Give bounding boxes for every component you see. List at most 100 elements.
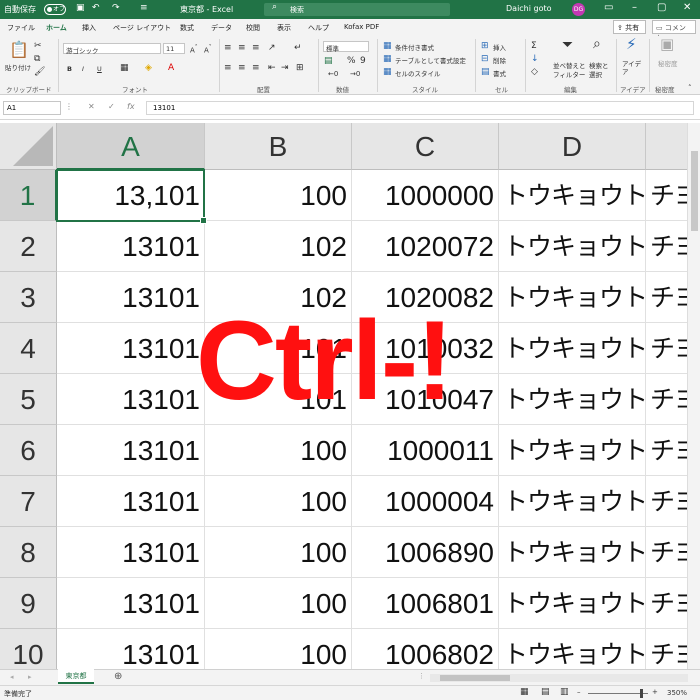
cell-c[interactable]: 1006890 <box>352 527 499 578</box>
align-top-icon[interactable]: ≡ <box>224 43 232 53</box>
format-painter-icon[interactable]: 🖌 <box>34 67 45 77</box>
format-as-table-button[interactable]: テーブルとして書式設定 <box>395 55 466 65</box>
cell-a[interactable]: 13101 <box>57 272 205 323</box>
tab-kofax-pdf[interactable]: Kofax PDF <box>344 23 379 31</box>
cell-a[interactable]: 13101 <box>57 221 205 272</box>
formula-input[interactable]: 13101 <box>146 101 694 115</box>
share-button[interactable]: ⇪ 共有 <box>613 20 646 34</box>
font-size-select[interactable]: 11 <box>163 43 185 54</box>
maximize-icon[interactable]: ▢ <box>657 2 666 13</box>
cell-d[interactable]: トウキョウト <box>499 629 648 669</box>
row-header[interactable]: 4 <box>0 323 57 374</box>
name-box[interactable]: A1 <box>3 101 61 115</box>
font-name-select[interactable]: 游ゴシック <box>63 43 161 55</box>
search-box[interactable]: ⌕ 検索 <box>264 2 450 16</box>
tab-data[interactable]: データ <box>211 23 232 33</box>
increase-indent-icon[interactable]: ⇥ <box>281 63 289 73</box>
font-color-icon[interactable]: A <box>168 63 174 73</box>
row-header[interactable]: 10 <box>0 629 57 669</box>
merge-center-icon[interactable]: ⊞ <box>296 63 304 73</box>
percent-icon[interactable]: % <box>347 56 356 66</box>
redo-icon[interactable]: ↷ <box>112 3 120 13</box>
cell-b[interactable]: 100 <box>205 476 352 527</box>
tab-formulas[interactable]: 数式 <box>180 23 194 33</box>
column-header-d[interactable]: D <box>499 123 646 170</box>
tab-view[interactable]: 表示 <box>277 23 291 33</box>
zoom-in-icon[interactable]: + <box>652 688 658 696</box>
cell-d[interactable]: トウキョウト <box>499 323 648 374</box>
undo-icon[interactable]: ↶ <box>92 3 100 13</box>
customize-quick-access-icon[interactable]: ≡ <box>140 3 148 13</box>
delete-cells-icon[interactable]: ⊟ <box>481 54 489 64</box>
ideas-button[interactable]: アイデア <box>622 60 644 76</box>
tab-page-layout[interactable]: ページ レイアウト <box>113 23 171 33</box>
vertical-scrollbar[interactable] <box>687 123 700 669</box>
cell-b[interactable]: 100 <box>205 629 352 669</box>
cell-d[interactable]: トウキョウト <box>499 527 648 578</box>
increase-font-icon[interactable]: A˄ <box>190 43 198 55</box>
zoom-level[interactable]: 350% <box>667 689 687 697</box>
insert-cells-button[interactable]: 挿入 <box>493 42 506 52</box>
cell-styles-icon[interactable]: ▦ <box>383 67 392 77</box>
cell-c[interactable]: 1006801 <box>352 578 499 629</box>
align-left-icon[interactable]: ≡ <box>224 63 232 73</box>
tab-help[interactable]: ヘルプ <box>308 23 329 33</box>
sheet-bar-splitter[interactable]: ⋮ <box>418 672 425 680</box>
align-right-icon[interactable]: ≡ <box>252 63 260 73</box>
conditional-format-icon[interactable]: ▦ <box>383 41 392 51</box>
vertical-scroll-thumb[interactable] <box>691 151 698 231</box>
decrease-indent-icon[interactable]: ⇤ <box>268 63 276 73</box>
wrap-text-icon[interactable]: ↵ <box>294 43 302 53</box>
sensitivity-icon[interactable]: ▣ <box>660 37 674 52</box>
cell-a[interactable]: 13101 <box>57 629 205 669</box>
sheet-tab-tokyo[interactable]: 東京都 <box>58 669 94 684</box>
autosum-icon[interactable]: Σ <box>531 41 537 51</box>
cell-d[interactable]: トウキョウト <box>499 272 648 323</box>
cell-d[interactable]: トウキョウト <box>499 578 648 629</box>
collapse-ribbon-icon[interactable]: ˄ <box>688 83 692 93</box>
cell-c[interactable]: 1010032 <box>352 323 499 374</box>
filter-label[interactable]: フィルター <box>553 69 585 79</box>
row-header[interactable]: 2 <box>0 221 57 272</box>
orientation-icon[interactable]: ↗ <box>268 43 276 53</box>
row-header[interactable]: 9 <box>0 578 57 629</box>
horizontal-scroll-thumb[interactable] <box>440 675 510 681</box>
cell-a[interactable]: 13101 <box>57 374 205 425</box>
cell-c[interactable]: 1010047 <box>352 374 499 425</box>
align-center-icon[interactable]: ≡ <box>238 63 246 73</box>
tab-home[interactable]: ホーム <box>45 23 68 38</box>
page-break-view-icon[interactable]: ▥ <box>560 687 569 697</box>
number-format-select[interactable]: 標準 <box>323 41 369 53</box>
cell-c[interactable]: 1020072 <box>352 221 499 272</box>
row-header[interactable]: 5 <box>0 374 57 425</box>
cell-b[interactable]: 100 <box>205 578 352 629</box>
user-name[interactable]: Daichi goto <box>506 4 552 13</box>
bold-button[interactable]: B <box>67 65 72 73</box>
cell-a[interactable]: 13101 <box>57 578 205 629</box>
column-header-b[interactable]: B <box>205 123 352 170</box>
border-icon[interactable]: ▦ <box>120 63 129 73</box>
cell-d[interactable]: トウキョウト <box>499 170 648 221</box>
comment-button[interactable]: ▭ コメント <box>652 20 696 42</box>
cell-c[interactable]: 1000011 <box>352 425 499 476</box>
cell-b[interactable]: 102 <box>205 221 352 272</box>
accounting-format-icon[interactable]: ▤ <box>324 56 333 66</box>
select-all-button[interactable] <box>0 123 57 170</box>
italic-button[interactable]: I <box>82 65 84 73</box>
underline-button[interactable]: U <box>97 65 102 73</box>
select-label[interactable]: 選択 <box>589 69 602 79</box>
delete-cells-button[interactable]: 削除 <box>493 55 506 65</box>
align-bottom-icon[interactable]: ≡ <box>252 43 260 53</box>
zoom-out-icon[interactable]: – <box>577 688 581 696</box>
cell-c[interactable]: 1006802 <box>352 629 499 669</box>
cell-c[interactable]: 1000000 <box>352 170 499 221</box>
tab-file[interactable]: ファイル <box>7 23 35 33</box>
cell-d[interactable]: トウキョウト <box>499 476 648 527</box>
cell-b[interactable]: 101 <box>205 323 352 374</box>
zoom-slider-thumb[interactable] <box>640 689 643 698</box>
format-cells-button[interactable]: 書式 <box>493 68 506 78</box>
horizontal-scrollbar[interactable] <box>430 674 688 682</box>
sensitivity-button[interactable]: 秘密度 <box>658 60 678 68</box>
row-header[interactable]: 1 <box>0 170 57 221</box>
tab-review[interactable]: 校閲 <box>246 23 260 33</box>
